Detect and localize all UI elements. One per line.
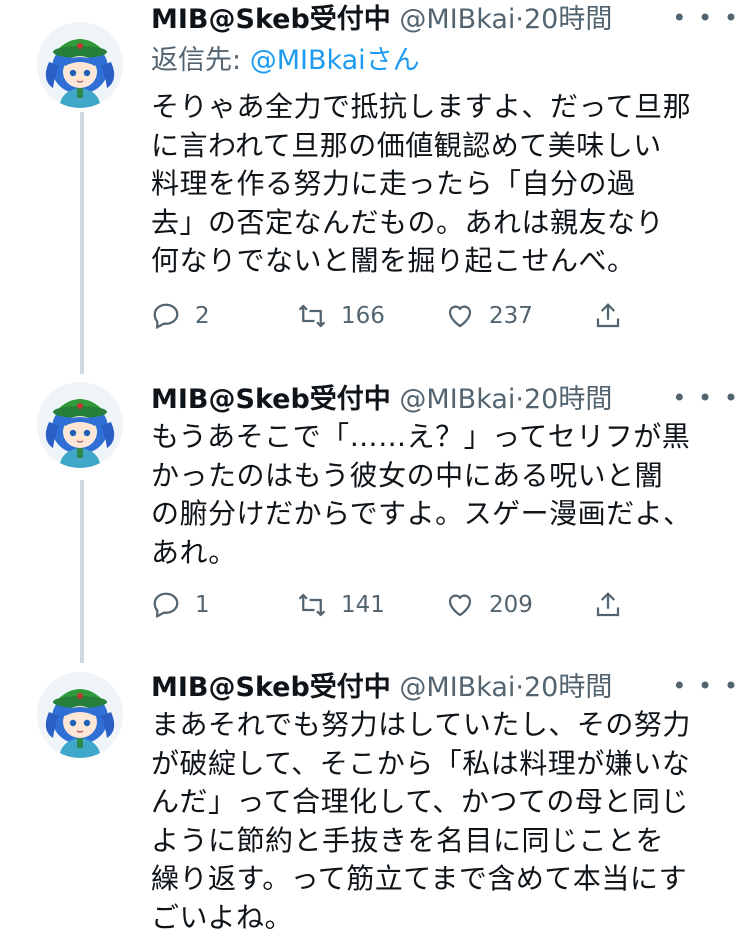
thread-line bbox=[80, 480, 84, 663]
like-count: 209 bbox=[489, 592, 533, 618]
retweet-button[interactable]: 141 bbox=[297, 585, 385, 625]
tweet-actions: 1 141 209 bbox=[151, 585, 651, 625]
separator: · bbox=[515, 672, 524, 703]
tweet-header: MIB@Skeb受付中 @MIBkai·20時間 bbox=[151, 668, 730, 708]
share-icon bbox=[596, 303, 620, 328]
like-button[interactable]: 237 bbox=[445, 296, 533, 336]
heart-icon bbox=[448, 305, 472, 328]
more-icon[interactable]: • • • bbox=[672, 380, 740, 416]
retweet-icon bbox=[298, 304, 326, 328]
more-icon[interactable]: • • • bbox=[672, 668, 740, 704]
reply-context: 返信先: @MIBkaiさん bbox=[151, 41, 420, 81]
tweet-header: MIB@Skeb受付中 @MIBkai·20時間 bbox=[151, 0, 730, 40]
avatar[interactable] bbox=[37, 382, 123, 468]
reply-icon bbox=[153, 592, 179, 619]
thread-line bbox=[80, 112, 84, 374]
reply-suffix: さん bbox=[365, 45, 420, 76]
reply-button[interactable]: 2 bbox=[151, 296, 210, 336]
tweet-text: まあそれでも努力はしていたし、その努力 が破綻して、そこから「私は料理が嫌いな … bbox=[151, 708, 691, 934]
reply-count: 1 bbox=[195, 592, 210, 618]
reply-count: 2 bbox=[195, 303, 210, 329]
user-handle[interactable]: @MIBkai bbox=[399, 4, 515, 35]
share-button[interactable] bbox=[593, 585, 637, 625]
timestamp[interactable]: 20時間 bbox=[524, 672, 612, 703]
tweet-actions: 2 166 237 bbox=[151, 296, 651, 336]
reply-mention[interactable]: @MIBkai bbox=[250, 45, 366, 76]
heart-icon bbox=[448, 594, 472, 617]
share-button[interactable] bbox=[593, 296, 637, 336]
separator: · bbox=[515, 384, 524, 415]
retweet-count: 166 bbox=[341, 303, 385, 329]
tweet-header: MIB@Skeb受付中 @MIBkai·20時間 bbox=[151, 380, 730, 420]
tweet-text: もうあそこで「……え？」ってセリフが黒 かったのはもう彼女の中にある呪いと闇 の… bbox=[151, 420, 692, 569]
timestamp[interactable]: 20時間 bbox=[524, 384, 612, 415]
avatar[interactable] bbox=[37, 672, 123, 758]
display-name[interactable]: MIB@Skeb受付中 bbox=[151, 672, 391, 703]
user-handle[interactable]: @MIBkai bbox=[399, 384, 515, 415]
separator: · bbox=[515, 4, 524, 35]
user-handle[interactable]: @MIBkai bbox=[399, 672, 515, 703]
like-count: 237 bbox=[489, 303, 533, 329]
share-icon bbox=[596, 592, 620, 617]
timestamp[interactable]: 20時間 bbox=[524, 4, 612, 35]
like-button[interactable]: 209 bbox=[445, 585, 533, 625]
reply-button[interactable]: 1 bbox=[151, 585, 210, 625]
reply-prefix: 返信先: bbox=[151, 45, 250, 76]
display-name[interactable]: MIB@Skeb受付中 bbox=[151, 4, 391, 35]
tweet-text: そりゃあ全力で抵抗しますよ、だって旦那 に言われて旦那の価値観認めて美味しい 料… bbox=[151, 90, 692, 277]
avatar[interactable] bbox=[37, 22, 123, 108]
display-name[interactable]: MIB@Skeb受付中 bbox=[151, 384, 391, 415]
retweet-count: 141 bbox=[341, 592, 385, 618]
more-icon[interactable]: • • • bbox=[672, 0, 740, 36]
reply-icon bbox=[153, 303, 179, 330]
retweet-button[interactable]: 166 bbox=[297, 296, 385, 336]
retweet-icon bbox=[298, 593, 326, 617]
